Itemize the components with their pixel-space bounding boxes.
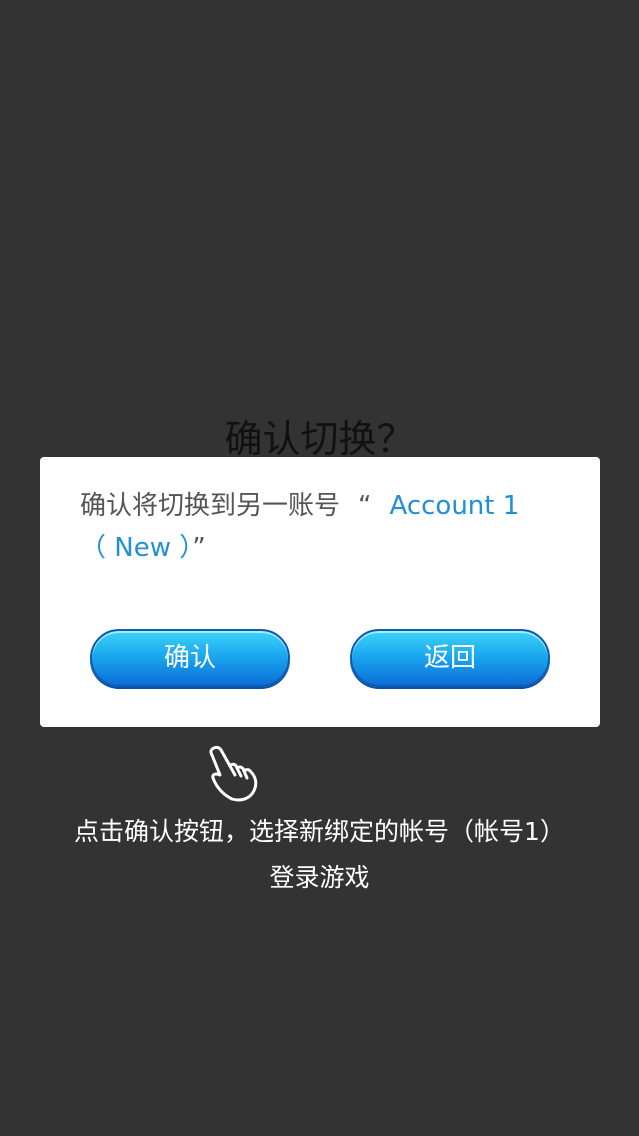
hint-line-2: 登录游戏 <box>269 863 370 892</box>
switch-account-dialog: 确认将切换到另一账号 “ Account 1 （ New ）” 确认 返回 <box>40 457 600 727</box>
message-prefix: 确认将切换到另一账号 <box>80 491 341 521</box>
pointing-hand-icon <box>200 742 264 806</box>
dialog-message: 确认将切换到另一账号 “ Account 1 （ New ）” <box>80 485 570 569</box>
back-button[interactable]: 返回 <box>350 629 550 687</box>
account-suffix: （ New ） <box>80 533 193 563</box>
close-quote: ” <box>192 533 206 563</box>
account-name: Account 1 <box>389 491 520 521</box>
confirm-button[interactable]: 确认 <box>90 629 290 687</box>
hint-line-1: 点击确认按钮，选择新绑定的帐号（帐号1） <box>74 817 565 846</box>
open-quote: “ <box>358 491 372 521</box>
